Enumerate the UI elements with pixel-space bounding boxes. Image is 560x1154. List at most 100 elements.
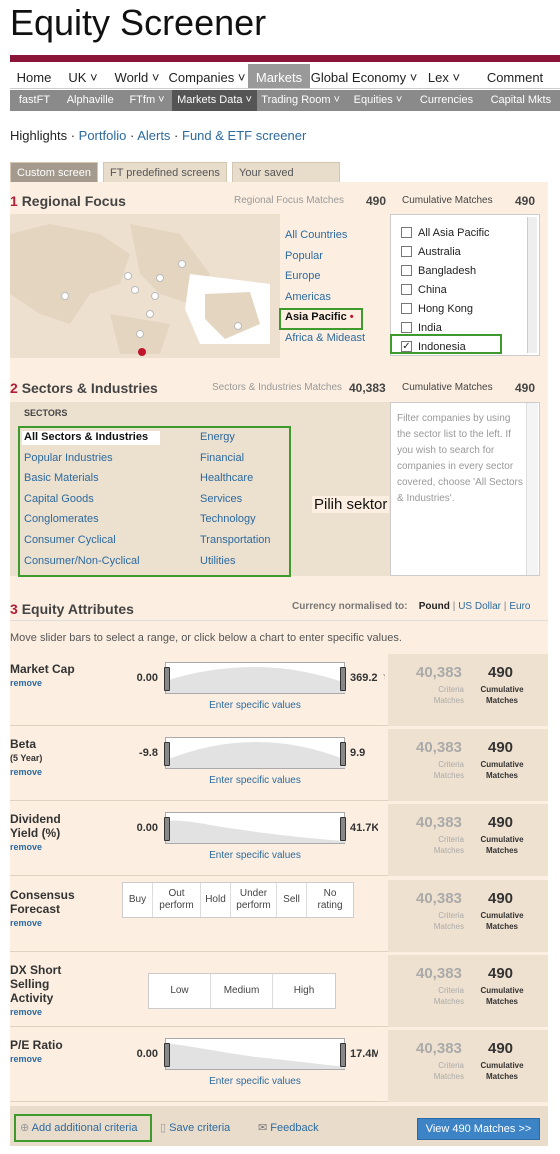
indonesia-highlight bbox=[390, 334, 502, 354]
country-china[interactable]: China bbox=[401, 280, 539, 299]
tab-ft-predefined-screens[interactable]: FT predefined screens bbox=[103, 162, 227, 182]
range-slider[interactable] bbox=[164, 1038, 346, 1070]
nav-companies[interactable]: Companies ˅ bbox=[166, 64, 248, 88]
attribute-name: P/E Ratio bbox=[10, 1038, 63, 1052]
regional-focus-heading: 1 Regional Focus bbox=[10, 193, 126, 209]
country-allasiapacific[interactable]: All Asia Pacific bbox=[401, 223, 539, 242]
enter-specific-values-link[interactable]: Enter specific values bbox=[165, 775, 345, 786]
subnav-fastft[interactable]: fastFT bbox=[10, 90, 59, 111]
cumulative-matches-count: 490 bbox=[488, 664, 514, 681]
portfolio-link[interactable]: Portfolio bbox=[79, 128, 127, 143]
feedback-link[interactable]: ✉ Feedback bbox=[258, 1121, 319, 1134]
region-africamideast[interactable]: Africa & Mideast bbox=[285, 332, 385, 353]
subnav-equities[interactable]: Equities ˅ bbox=[345, 90, 412, 111]
criteria-matches-label: Criteria Matches bbox=[433, 685, 464, 705]
remove-link[interactable]: remove bbox=[10, 916, 90, 930]
slider-handle-max[interactable] bbox=[340, 742, 346, 767]
remove-link[interactable]: remove bbox=[10, 1052, 90, 1066]
nav-markets[interactable]: Markets bbox=[248, 64, 310, 88]
world-map[interactable] bbox=[10, 214, 280, 358]
checkbox-icon[interactable] bbox=[401, 322, 412, 333]
subnav-capitalmkts[interactable]: Capital Mkts bbox=[482, 90, 560, 111]
country-list-scrollbar[interactable] bbox=[527, 217, 537, 353]
asia-pacific-highlight bbox=[279, 308, 363, 330]
cumulative-matches-count: 490 bbox=[488, 964, 514, 982]
slider-handle-min[interactable] bbox=[164, 742, 170, 767]
slider-handle-max[interactable] bbox=[340, 817, 346, 842]
remove-link[interactable]: remove bbox=[10, 840, 90, 854]
match-counts: 40,383 Criteria Matches 490 Cumulative Matc… bbox=[378, 879, 548, 952]
remove-link[interactable]: remove bbox=[10, 1005, 90, 1019]
option-outperform[interactable]: Out perform bbox=[153, 882, 201, 917]
tab-custom-screen[interactable]: Custom screen bbox=[10, 162, 98, 182]
criteria-matches-label: Criteria Matches bbox=[433, 835, 464, 856]
option-low[interactable]: Low bbox=[149, 973, 211, 1008]
help-scrollbar[interactable] bbox=[526, 403, 538, 575]
checkbox-icon[interactable] bbox=[401, 227, 412, 238]
enter-specific-values-link[interactable]: Enter specific values bbox=[165, 1076, 345, 1087]
nav-world[interactable]: World ˅ bbox=[108, 64, 166, 88]
tab-saved-screens[interactable]: Your saved screens bbox=[232, 162, 340, 191]
option-norating[interactable]: No rating bbox=[307, 883, 353, 917]
sectors-matches-count: 40,383 bbox=[349, 381, 386, 395]
country-hongkong[interactable]: Hong Kong bbox=[401, 299, 539, 318]
checkbox-icon[interactable] bbox=[401, 265, 412, 276]
option-buy[interactable]: Buy bbox=[123, 882, 153, 917]
country-label: China bbox=[418, 283, 447, 296]
criteria-matches-label: Criteria Matches bbox=[433, 1061, 464, 1081]
alerts-link[interactable]: Alerts bbox=[137, 128, 170, 143]
attribute-row-peratio: P/E Ratio remove 0.00 17.4M Enter specific v… bbox=[10, 1030, 548, 1102]
region-allcountries[interactable]: All Countries bbox=[285, 229, 385, 250]
sectors-subheading: SECTORS bbox=[24, 408, 68, 418]
fund-etf-screener-link[interactable]: Fund & ETF screener bbox=[182, 128, 306, 143]
country-label: India bbox=[418, 321, 442, 334]
enter-specific-values-link[interactable]: Enter specific values bbox=[165, 850, 345, 861]
add-criteria-highlight bbox=[14, 1114, 152, 1142]
option-underperform[interactable]: Under perform bbox=[231, 882, 277, 917]
subnav-tradingroom[interactable]: Trading Room ˅ bbox=[257, 90, 345, 111]
region-label: Europe bbox=[285, 270, 321, 283]
nav-comment[interactable]: Comment bbox=[470, 64, 560, 88]
slider-handle-max[interactable] bbox=[340, 1043, 346, 1067]
slider-handle-min[interactable] bbox=[164, 817, 170, 842]
match-counts: 40,383 Criteria Matches 490 Cumulative Matc… bbox=[378, 654, 548, 726]
checkbox-icon[interactable] bbox=[401, 303, 412, 314]
cumulative-matches-count: 490 bbox=[488, 1040, 514, 1057]
option-medium[interactable]: Medium bbox=[211, 973, 273, 1008]
subnav-alphaville[interactable]: Alphaville bbox=[59, 90, 122, 111]
region-europe[interactable]: Europe bbox=[285, 270, 385, 291]
remove-link[interactable]: remove bbox=[10, 676, 90, 690]
checkbox-icon[interactable] bbox=[401, 284, 412, 295]
range-slider[interactable] bbox=[164, 737, 346, 770]
nav-globaleconomy[interactable]: Global Economy ˅ bbox=[310, 64, 418, 88]
range-slider[interactable] bbox=[164, 662, 346, 694]
nav-home[interactable]: Home bbox=[10, 64, 58, 88]
currency-pound[interactable]: Pound bbox=[419, 601, 450, 612]
checkbox-icon[interactable] bbox=[401, 246, 412, 257]
arrow-shape bbox=[378, 954, 388, 1027]
slider-handle-min[interactable] bbox=[164, 667, 170, 691]
country-australia[interactable]: Australia bbox=[401, 242, 539, 261]
cumulative-matches-label: Cumulative Matches bbox=[480, 760, 524, 781]
slider-handle-max[interactable] bbox=[340, 667, 346, 691]
subnav-ftfm[interactable]: FTfm ˅ bbox=[122, 90, 173, 111]
subnav-currencies[interactable]: Currencies bbox=[411, 90, 481, 111]
currency-euro[interactable]: Euro bbox=[509, 601, 530, 612]
slider-handle-min[interactable] bbox=[164, 1043, 170, 1067]
enter-specific-values-link[interactable]: Enter specific values bbox=[165, 700, 345, 711]
view-matches-button[interactable]: View 490 Matches >> bbox=[417, 1118, 540, 1140]
nav-lex[interactable]: Lex ˅ bbox=[418, 64, 470, 88]
range-slider[interactable] bbox=[164, 812, 346, 845]
save-criteria-button[interactable]: ▯ Save criteria bbox=[160, 1121, 230, 1134]
nav-uk[interactable]: UK ˅ bbox=[58, 64, 108, 88]
currency-usd[interactable]: US Dollar bbox=[458, 601, 501, 612]
option-hold[interactable]: Hold bbox=[201, 882, 231, 917]
region-popular[interactable]: Popular bbox=[285, 250, 385, 271]
subnav-marketsdata[interactable]: Markets Data ˅ bbox=[172, 90, 257, 111]
option-high[interactable]: High bbox=[273, 974, 335, 1008]
remove-link[interactable]: remove bbox=[10, 765, 90, 779]
country-bangladesh[interactable]: Bangladesh bbox=[401, 261, 539, 280]
attribute-label: Market Cap remove bbox=[10, 662, 90, 690]
option-sell[interactable]: Sell bbox=[277, 882, 307, 917]
slider-min-value: 0.00 bbox=[136, 822, 158, 835]
